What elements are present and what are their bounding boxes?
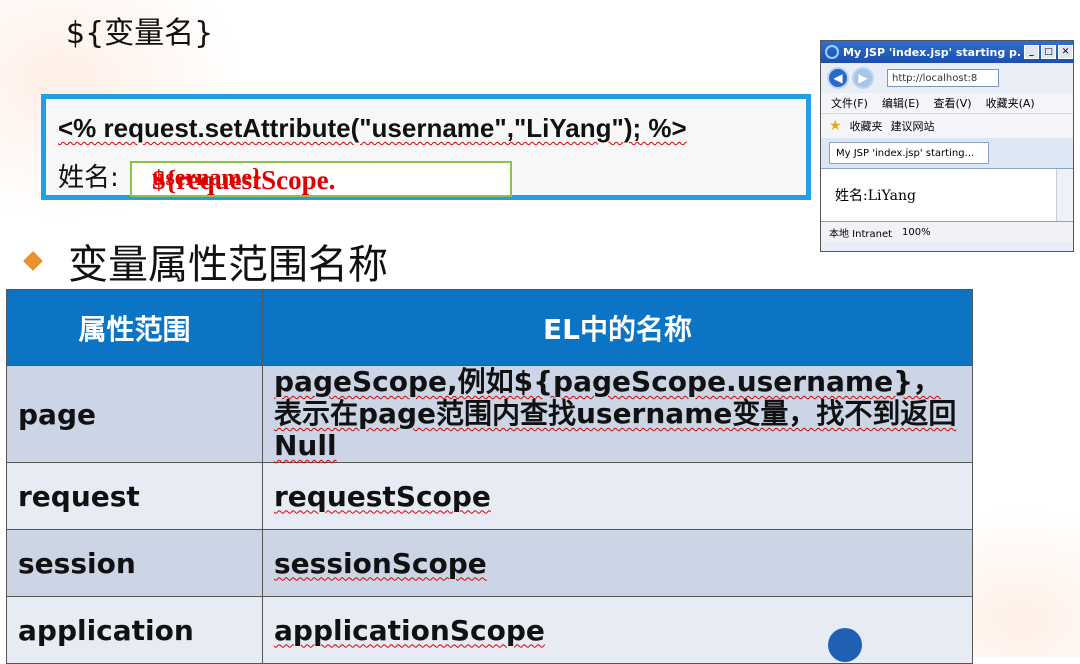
table-header-el-name: EL中的名称: [262, 289, 973, 366]
suggested-sites-link[interactable]: 建议网站: [891, 118, 935, 134]
section-heading-text: 变量属性范围名称: [68, 242, 388, 288]
scope-cell: application: [6, 596, 263, 664]
favorites-button[interactable]: 收藏夹: [850, 118, 883, 134]
code-line-set-attribute: <% request.setAttribute("username","LiYa…: [58, 113, 687, 143]
browser-tab[interactable]: My JSP 'index.jsp' starting...: [829, 142, 989, 164]
table-row: page pageScope,例如${pageScope.username}，表…: [6, 365, 973, 463]
code-example-box: <% request.setAttribute("username","LiYa…: [41, 94, 811, 200]
favorites-bar: ★ 收藏夹 建议网站: [821, 113, 1073, 138]
scrollbar[interactable]: [1056, 169, 1073, 221]
el-expression-box: ${requestScope. username}: [130, 161, 512, 197]
table-header-scope: 属性范围: [6, 289, 263, 366]
menu-view[interactable]: 查看(V): [933, 95, 971, 111]
browser-address-bar: ◀ ▶ http://localhost:8: [821, 63, 1073, 93]
maximize-icon[interactable]: □: [1041, 45, 1056, 59]
scope-cell: request: [6, 462, 263, 530]
address-input[interactable]: http://localhost:8: [887, 69, 999, 87]
section-heading: 变量属性范围名称: [22, 232, 388, 290]
ie-logo-icon: [825, 45, 839, 59]
zoom-level[interactable]: 100%: [902, 227, 931, 238]
close-icon[interactable]: ✕: [1058, 45, 1073, 59]
status-zone: 本地 Intranet: [829, 228, 893, 240]
scope-cell: session: [6, 529, 263, 597]
menu-favorites[interactable]: 收藏夹(A): [986, 95, 1035, 111]
browser-title: My JSP 'index.jsp' starting p...: [843, 45, 1022, 59]
minimize-icon[interactable]: _: [1024, 45, 1039, 59]
bullet-diamond-icon: [23, 251, 43, 271]
menu-file[interactable]: 文件(F): [831, 95, 868, 111]
back-icon[interactable]: ◀: [827, 67, 849, 89]
menu-edit[interactable]: 编辑(E): [882, 95, 920, 111]
browser-menu-bar: 文件(F) 编辑(E) 查看(V) 收藏夹(A): [821, 93, 1073, 113]
table-row: session sessionScope: [6, 529, 973, 597]
el-syntax-title: ${变量名}: [66, 16, 214, 51]
table-row: request requestScope: [6, 462, 973, 530]
el-name-cell: requestScope: [262, 462, 973, 530]
code-line-name-label: 姓名:: [58, 163, 119, 193]
forward-icon[interactable]: ▶: [852, 67, 874, 89]
browser-screenshot: My JSP 'index.jsp' starting p... _ □ ✕ ◀…: [820, 40, 1074, 252]
scope-cell: page: [6, 365, 263, 463]
browser-content: 姓名:LiYang: [821, 168, 1073, 222]
star-icon: ★: [829, 118, 842, 134]
el-name-cell: pageScope,例如${pageScope.username}，表示在pag…: [262, 365, 973, 463]
page-output-text: 姓名:LiYang: [835, 188, 916, 204]
el-name-cell: applicationScope: [262, 596, 973, 664]
browser-status-bar: 本地 Intranet 100%: [821, 222, 1073, 242]
el-name-cell: sessionScope: [262, 529, 973, 597]
table-header-row: 属性范围 EL中的名称: [6, 289, 973, 366]
browser-title-bar: My JSP 'index.jsp' starting p... _ □ ✕: [821, 41, 1073, 63]
browser-tab-bar: My JSP 'index.jsp' starting...: [821, 138, 1073, 168]
scope-table: 属性范围 EL中的名称 page pageScope,例如${pageScope…: [6, 289, 973, 664]
